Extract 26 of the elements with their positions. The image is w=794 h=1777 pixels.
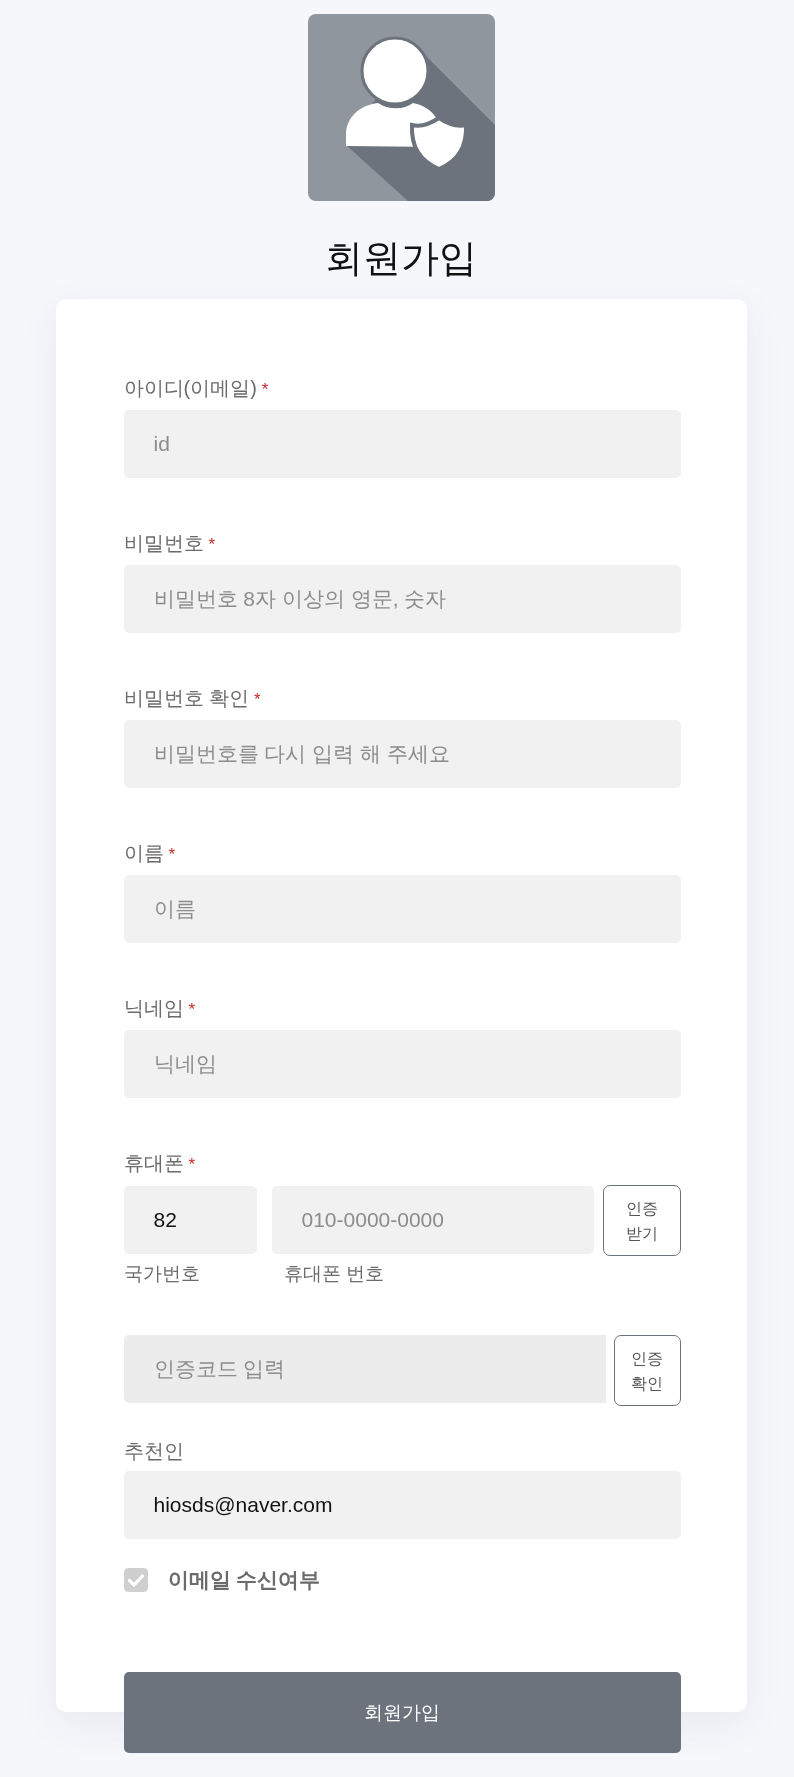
- input-field[interactable]: hiosds@naver.com: [123, 1471, 681, 1539]
- field-label: 이름 *: [123, 841, 176, 866]
- field-label: 비밀번호 확인 *: [123, 686, 261, 711]
- code-field[interactable]: 인증코드 입력: [123, 1335, 606, 1403]
- checkbox-label: 이메일 수신여부: [167, 1567, 321, 1593]
- field-caption: 휴대폰 번호: [283, 1262, 384, 1286]
- input-field[interactable]: 닉네임: [123, 1030, 681, 1098]
- user-shield-icon: [307, 14, 495, 201]
- field-label: 비밀번호 *: [123, 531, 216, 556]
- input-field[interactable]: id: [123, 410, 681, 478]
- page-title: 회원가입: [325, 236, 477, 281]
- request-code-button[interactable]: 인증 받기: [602, 1185, 681, 1256]
- field-label: 아이디(이메일) *: [123, 376, 269, 401]
- password-field[interactable]: 비밀번호를 다시 입력 해 주세요: [123, 720, 681, 788]
- field-label: 닉네임 *: [123, 996, 196, 1021]
- password-field[interactable]: 비밀번호 8자 이상의 영문, 숫자: [123, 565, 681, 633]
- signup-button[interactable]: 회원가입: [123, 1672, 681, 1753]
- field-label: 휴대폰 *: [123, 1151, 196, 1176]
- phone-number-field[interactable]: 010-0000-0000: [271, 1186, 594, 1254]
- checkbox[interactable]: [123, 1568, 148, 1592]
- field-label: 추천인: [123, 1439, 184, 1464]
- country-code-field[interactable]: 82: [123, 1186, 257, 1254]
- confirm-code-button[interactable]: 인증 확인: [613, 1335, 681, 1406]
- input-field[interactable]: 이름: [123, 875, 681, 943]
- field-caption: 국가번호: [123, 1262, 200, 1286]
- checkmark-icon: [127, 1573, 144, 1587]
